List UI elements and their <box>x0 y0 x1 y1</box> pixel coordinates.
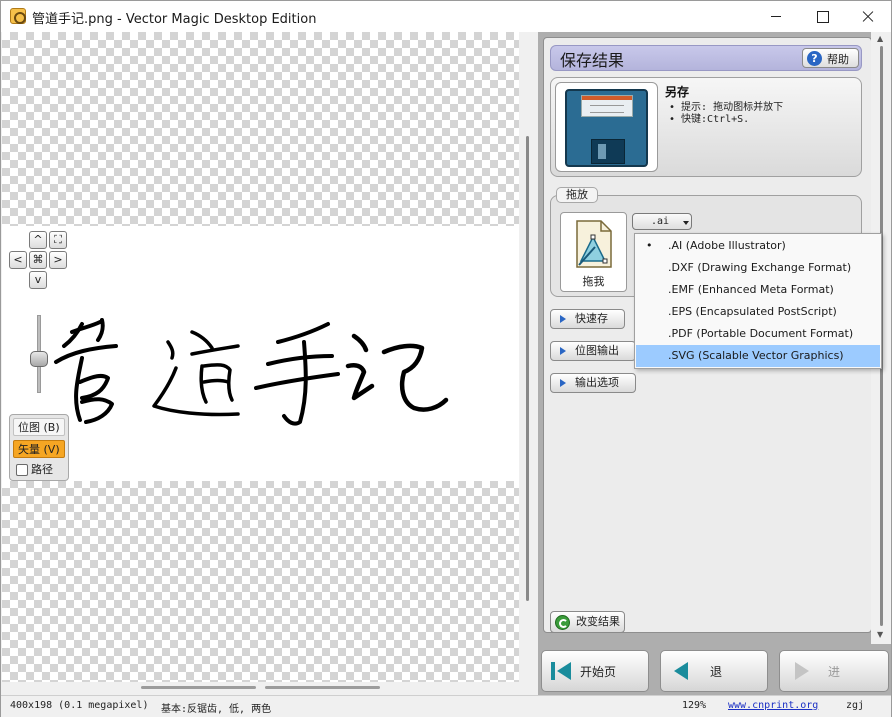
app-icon <box>10 8 26 24</box>
floppy-label <box>581 95 633 117</box>
format-option-label: .SVG (Scalable Vector Graphics) <box>668 349 844 362</box>
format-option-label: .EPS (Encapsulated PostScript) <box>668 305 837 318</box>
horizontal-scroll-thumb[interactable] <box>141 686 256 689</box>
refresh-icon <box>555 615 570 630</box>
pan-up-button[interactable]: ^ <box>29 231 47 249</box>
format-option-dxf[interactable]: .DXF (Drawing Exchange Format) <box>636 257 880 279</box>
scroll-down-icon[interactable]: ▼ <box>877 630 883 639</box>
section-title: 保存结果 <box>560 51 625 70</box>
next-button[interactable]: 进 <box>779 650 889 692</box>
help-button[interactable]: ? 帮助 <box>802 48 859 68</box>
fit-screen-button[interactable]: ⛶ <box>49 231 67 249</box>
stroke-guan <box>54 318 118 424</box>
back-arrow-icon <box>674 662 688 680</box>
arrow-right-icon <box>560 347 566 355</box>
handwriting-image <box>54 318 449 426</box>
app-window: 管道手记.png - Vector Magic Desktop Edition … <box>0 0 892 717</box>
format-option-pdf[interactable]: .PDF (Portable Document Format) <box>636 323 880 345</box>
save-hint-shortcut: • 快键:Ctrl+S. <box>669 114 750 125</box>
image-size-text: 400x198 (0.1 megapixel) <box>10 700 149 711</box>
scroll-up-icon[interactable]: ▲ <box>877 34 883 43</box>
format-option-ai[interactable]: • .AI (Adobe Illustrator) <box>636 235 880 257</box>
format-option-label: .DXF (Drawing Exchange Format) <box>668 261 852 274</box>
start-page-button[interactable]: 开始页 <box>541 650 649 692</box>
path-label: 路径 <box>31 463 53 476</box>
status-bar: 400x198 (0.1 megapixel) 基本:反锯齿, 低, 两色 12… <box>1 695 891 717</box>
format-option-label: .AI (Adobe Illustrator) <box>668 239 786 252</box>
user-name-text: zgj <box>846 700 865 711</box>
floppy-shutter <box>591 139 625 164</box>
skip-back-icon <box>551 662 573 680</box>
drag-drop-legend: 拖放 <box>556 187 598 203</box>
selected-bullet-icon: • <box>646 239 653 252</box>
center-button[interactable]: ⌘ <box>29 251 47 269</box>
change-result-label: 改变结果 <box>576 615 620 628</box>
format-option-label: .PDF (Portable Document Format) <box>668 327 854 340</box>
format-option-label: .EMF (Enhanced Meta Format) <box>668 283 834 296</box>
maximize-button[interactable] <box>799 1 845 32</box>
minimize-button[interactable] <box>753 1 799 32</box>
stroke-ji <box>345 333 449 412</box>
vector-file-icon <box>576 220 612 268</box>
drag-me-tile[interactable]: 拖我 <box>560 212 627 292</box>
section-header: 保存结果 ? 帮助 <box>550 45 862 71</box>
output-options-label: 输出选项 <box>575 376 619 389</box>
zoom-slider-thumb[interactable] <box>30 351 48 367</box>
back-label: 退 <box>710 665 723 679</box>
drag-me-label: 拖我 <box>582 275 605 288</box>
change-result-button[interactable]: 改变结果 <box>550 611 625 633</box>
view-mode-panel: 位图 (B) 矢量 (V) 路径 <box>9 414 69 481</box>
output-options-button[interactable]: 输出选项 <box>550 373 636 393</box>
settings-summary-text: 基本:反锯齿, 低, 两色 <box>161 704 272 715</box>
stroke-shou <box>254 322 340 426</box>
bitmap-output-label: 位图输出 <box>575 344 619 357</box>
pan-right-button[interactable]: > <box>49 251 67 269</box>
help-label: 帮助 <box>827 53 849 66</box>
next-arrow-icon <box>795 662 809 680</box>
floppy-disk-icon <box>565 89 648 167</box>
horizontal-scroll-thumb-2[interactable] <box>265 686 380 689</box>
website-link[interactable]: www.cnprint.org <box>728 700 818 711</box>
path-checkbox[interactable] <box>16 464 28 476</box>
view-bitmap-button[interactable]: 位图 (B) <box>13 418 65 436</box>
stroke-dao <box>152 330 240 417</box>
format-option-svg[interactable]: .SVG (Scalable Vector Graphics) <box>636 345 880 367</box>
view-path-option[interactable]: 路径 <box>13 461 65 479</box>
arrow-right-icon <box>560 379 566 387</box>
quick-save-button[interactable]: 快速存 <box>550 309 625 329</box>
bitmap-output-button[interactable]: 位图输出 <box>550 341 636 361</box>
pan-left-button[interactable]: < <box>9 251 27 269</box>
format-select[interactable]: .ai <box>632 213 692 230</box>
vertical-scrollbar-left[interactable] <box>519 32 537 695</box>
zoom-level-text: 129% <box>682 700 707 711</box>
next-label: 进 <box>828 665 841 679</box>
quick-save-label: 快速存 <box>575 312 608 325</box>
view-vector-button[interactable]: 矢量 (V) <box>13 440 65 458</box>
pan-down-button[interactable]: v <box>29 271 47 289</box>
format-option-eps[interactable]: .EPS (Encapsulated PostScript) <box>636 301 880 323</box>
horizontal-scrollbar[interactable] <box>2 682 519 695</box>
help-icon: ? <box>807 51 822 66</box>
format-option-emf[interactable]: .EMF (Enhanced Meta Format) <box>636 279 880 301</box>
close-button[interactable] <box>845 1 891 32</box>
title-bar: 管道手记.png - Vector Magic Desktop Edition <box>1 1 891 32</box>
image-canvas[interactable]: ^ ⛶ < ⌘ > v 位图 (B) 矢量 (V) 路径 <box>2 32 519 695</box>
save-as-button[interactable] <box>555 82 658 172</box>
start-page-label: 开始页 <box>580 665 617 679</box>
save-as-box: 另存 • 提示: 拖动图标并放下 • 快键:Ctrl+S. <box>550 77 862 177</box>
arrow-right-icon <box>560 315 566 323</box>
back-button[interactable]: 退 <box>660 650 768 692</box>
window-title: 管道手记.png - Vector Magic Desktop Edition <box>32 12 317 27</box>
vertical-scroll-thumb[interactable] <box>526 136 529 601</box>
format-dropdown-menu: • .AI (Adobe Illustrator) .DXF (Drawing … <box>634 233 882 369</box>
